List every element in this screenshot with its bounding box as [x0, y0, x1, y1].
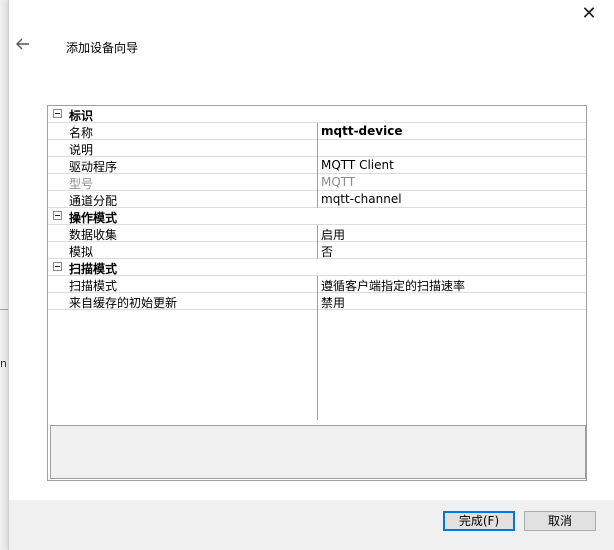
property-name: 通道分配	[69, 194, 118, 208]
category-row-operating-mode[interactable]: 操作模式	[48, 208, 586, 225]
property-value[interactable]: 启用	[321, 226, 581, 242]
category-label: 操作模式	[69, 211, 118, 225]
property-value[interactable]: mqtt-channel	[321, 192, 581, 208]
property-name: 来自缓存的初始更新	[69, 296, 178, 310]
collapse-toggle-icon[interactable]	[53, 211, 62, 220]
property-value[interactable]	[321, 141, 581, 157]
dialog-title: 添加设备向导	[66, 41, 139, 55]
collapse-toggle-icon[interactable]	[53, 262, 62, 271]
property-value: MQTT	[321, 175, 356, 189]
column-splitter[interactable]	[317, 276, 318, 420]
category-row-identification[interactable]: 标识	[48, 106, 586, 123]
property-value[interactable]: 否	[321, 243, 581, 259]
property-name: 型号	[69, 177, 94, 191]
property-value[interactable]: 遵循客户端指定的扫描速率	[321, 277, 581, 293]
back-button[interactable]	[15, 36, 35, 56]
category-label: 标识	[69, 109, 94, 123]
description-panel	[50, 425, 586, 479]
close-button[interactable]: ✕	[578, 4, 600, 26]
property-value[interactable]: 禁用	[321, 294, 581, 310]
column-splitter[interactable]	[317, 225, 318, 259]
property-name: 模拟	[69, 245, 94, 259]
property-name: 数据收集	[69, 228, 118, 242]
background-partial-text: n	[0, 357, 7, 370]
property-name: 名称	[69, 126, 94, 140]
category-row-scan-mode[interactable]: 扫描模式	[48, 259, 586, 276]
close-icon: ✕	[581, 3, 597, 24]
column-splitter[interactable]	[317, 123, 318, 208]
category-label: 扫描模式	[69, 262, 118, 276]
property-value[interactable]: MQTT Client	[321, 158, 581, 174]
property-value[interactable]: mqtt-device	[321, 124, 581, 140]
property-name: 驱动程序	[69, 160, 118, 174]
property-grid: 标识 名称 mqtt-device 说明 驱动程序 MQTT Client 型号…	[47, 105, 587, 481]
property-name: 扫描模式	[69, 279, 118, 293]
arrow-left-icon	[16, 38, 29, 50]
collapse-toggle-icon[interactable]	[53, 109, 62, 118]
finish-button[interactable]: 完成(F)	[443, 511, 515, 531]
add-device-wizard-dialog: ✕ 添加设备向导 标识 名称 mqtt-device 说明 驱动程序 MQTT …	[8, 0, 614, 550]
property-name: 说明	[69, 143, 94, 157]
cancel-button[interactable]: 取消	[524, 511, 596, 531]
